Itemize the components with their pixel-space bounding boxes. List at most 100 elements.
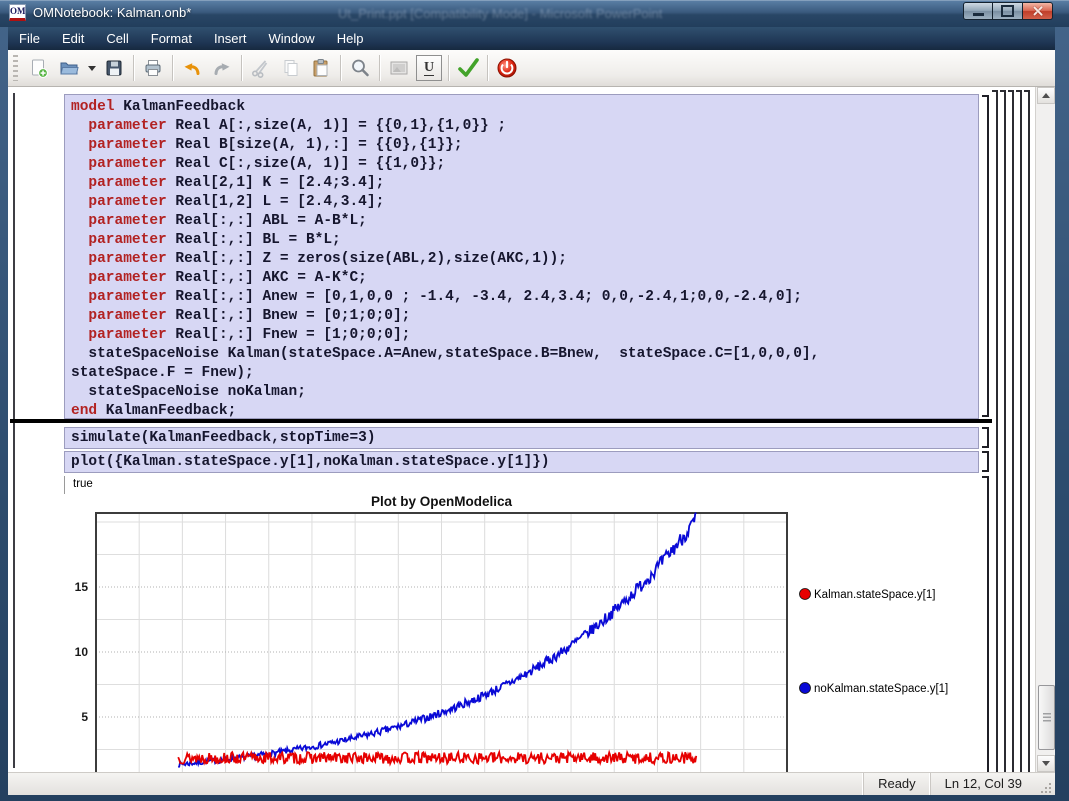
plot-cell-bracket[interactable] bbox=[982, 451, 989, 472]
maximize-icon bbox=[1001, 5, 1014, 17]
resize-grip[interactable] bbox=[1038, 780, 1052, 794]
underline-icon: U bbox=[416, 55, 442, 81]
code-line: parameter Real[:,:] BL = B*L; bbox=[71, 231, 978, 250]
simulate-cell-bracket[interactable] bbox=[982, 427, 989, 448]
cut-scissors-icon bbox=[250, 57, 272, 79]
toolbar-separator bbox=[340, 55, 341, 81]
evaluate-button[interactable] bbox=[454, 54, 482, 82]
new-document-icon bbox=[28, 57, 50, 79]
scrollbar-thumb[interactable] bbox=[1038, 685, 1055, 750]
toolbar-grip[interactable] bbox=[13, 55, 18, 81]
underline-button[interactable]: U bbox=[415, 54, 443, 82]
code-line: parameter Real[:,:] ABL = A-B*L; bbox=[71, 212, 978, 231]
redo-icon bbox=[211, 57, 233, 79]
notebook-canvas[interactable]: model KalmanFeedback parameter Real A[:,… bbox=[8, 87, 1035, 772]
window-title: OMNotebook: Kalman.onb* bbox=[33, 5, 191, 20]
legend-marker-icon bbox=[800, 589, 811, 600]
open-folder-icon bbox=[58, 57, 80, 79]
group-cell-bracket[interactable] bbox=[992, 90, 998, 772]
notebook-viewport: model KalmanFeedback parameter Real A[:,… bbox=[8, 87, 1055, 772]
search-icon bbox=[349, 57, 371, 79]
legend-marker-icon bbox=[800, 683, 811, 694]
power-icon bbox=[495, 56, 519, 80]
y-tick-label: 5 bbox=[81, 710, 88, 724]
status-bar: Ready Ln 12, Col 39 bbox=[8, 772, 1055, 795]
cut-button[interactable] bbox=[247, 54, 275, 82]
code-cell-bracket[interactable] bbox=[982, 95, 989, 417]
group-cell-bracket[interactable] bbox=[1008, 90, 1014, 772]
code-line: stateSpace.F = Fnew); bbox=[71, 364, 978, 383]
minimize-button[interactable] bbox=[963, 2, 993, 20]
menu-item-insert[interactable]: Insert bbox=[203, 27, 258, 50]
menu-item-help[interactable]: Help bbox=[326, 27, 375, 50]
close-button[interactable] bbox=[1023, 2, 1053, 20]
code-line: parameter Real A[:,size(A, 1)] = {{0,1},… bbox=[71, 117, 978, 136]
scroll-up-button[interactable] bbox=[1037, 87, 1055, 104]
window-controls bbox=[963, 2, 1053, 20]
new-cell-button[interactable] bbox=[25, 54, 53, 82]
code-line: parameter Real B[size(A, 1),:] = {{0},{1… bbox=[71, 136, 978, 155]
output-value: true bbox=[73, 478, 93, 490]
open-button[interactable] bbox=[55, 54, 83, 82]
code-line: parameter Real[:,:] Anew = [0,1,0,0 ; -1… bbox=[71, 288, 978, 307]
output-cell[interactable]: true bbox=[64, 476, 979, 494]
series-curve-nokalman-statespace-y-1- bbox=[178, 513, 696, 767]
undo-button[interactable] bbox=[178, 54, 206, 82]
toolbar-separator bbox=[379, 55, 380, 81]
paste-clipboard-icon bbox=[310, 57, 332, 79]
copy-button[interactable] bbox=[277, 54, 305, 82]
plot-command: plot({Kalman.stateSpace.y[1],noKalman.st… bbox=[71, 454, 550, 470]
vertical-scrollbar[interactable] bbox=[1035, 87, 1055, 772]
menu-item-edit[interactable]: Edit bbox=[51, 27, 95, 50]
arrow-down-icon bbox=[1042, 761, 1050, 766]
save-icon bbox=[103, 57, 125, 79]
simulate-cell[interactable]: simulate(KalmanFeedback,stopTime=3) bbox=[64, 427, 979, 449]
menu-item-file[interactable]: File bbox=[8, 27, 51, 50]
plot-title: Plot by OpenModelica bbox=[371, 494, 513, 509]
menu-item-format[interactable]: Format bbox=[140, 27, 203, 50]
group-cell-bracket[interactable] bbox=[1000, 90, 1006, 772]
code-line: stateSpaceNoise Kalman(stateSpace.A=Anew… bbox=[71, 345, 978, 364]
code-line: parameter Real[:,:] Bnew = [0;1;0;0]; bbox=[71, 307, 978, 326]
code-line: parameter Real[1,2] L = [2.4,3.4]; bbox=[71, 193, 978, 212]
open-dropdown-button[interactable] bbox=[85, 54, 98, 82]
legend-label: noKalman.stateSpace.y[1] bbox=[814, 683, 948, 695]
legend-label: Kalman.stateSpace.y[1] bbox=[814, 589, 935, 601]
quit-button[interactable] bbox=[493, 54, 521, 82]
thumb-grip-icon bbox=[1043, 713, 1051, 722]
toolbar-separator bbox=[487, 55, 488, 81]
output-cell-bracket[interactable] bbox=[982, 476, 989, 772]
toolbar-separator bbox=[172, 55, 173, 81]
paste-button[interactable] bbox=[307, 54, 335, 82]
insert-image-button[interactable] bbox=[385, 54, 413, 82]
y-tick-label: 10 bbox=[75, 645, 89, 659]
omnotebook-window: OM OMNotebook: Kalman.onb* Ut_Print.ppt … bbox=[0, 0, 1069, 801]
title-bar[interactable]: OM OMNotebook: Kalman.onb* Ut_Print.ppt … bbox=[0, 0, 1069, 27]
simulate-command: simulate(KalmanFeedback,stopTime=3) bbox=[71, 430, 376, 446]
search-button[interactable] bbox=[346, 54, 374, 82]
maximize-button[interactable] bbox=[993, 2, 1023, 20]
minimize-icon bbox=[973, 13, 984, 16]
plot-command-cell[interactable]: plot({Kalman.stateSpace.y[1],noKalman.st… bbox=[64, 451, 979, 473]
scroll-down-button[interactable] bbox=[1037, 755, 1055, 772]
group-cell-bracket[interactable] bbox=[1024, 90, 1030, 772]
cell-insertion-cursor[interactable] bbox=[10, 419, 992, 423]
menu-item-window[interactable]: Window bbox=[257, 27, 325, 50]
arrow-up-icon bbox=[1042, 93, 1050, 98]
chevron-down-icon bbox=[88, 66, 96, 71]
print-button[interactable] bbox=[139, 54, 167, 82]
toolbar-separator bbox=[133, 55, 134, 81]
y-tick-label: 15 bbox=[75, 580, 89, 594]
copy-icon bbox=[280, 57, 302, 79]
close-icon bbox=[1032, 5, 1044, 17]
code-cell-kalmanfeedback[interactable]: model KalmanFeedback parameter Real A[:,… bbox=[64, 94, 979, 419]
group-cell-bracket[interactable] bbox=[1016, 90, 1022, 772]
toolbar-separator bbox=[241, 55, 242, 81]
save-button[interactable] bbox=[100, 54, 128, 82]
menu-item-cell[interactable]: Cell bbox=[95, 27, 139, 50]
code-line: stateSpaceNoise noKalman; bbox=[71, 383, 978, 402]
code-line: parameter Real[2,1] K = [2.4;3.4]; bbox=[71, 174, 978, 193]
redo-button[interactable] bbox=[208, 54, 236, 82]
series-curve-kalman-statespace-y-1- bbox=[178, 752, 696, 764]
code-line: end KalmanFeedback; bbox=[71, 402, 978, 419]
